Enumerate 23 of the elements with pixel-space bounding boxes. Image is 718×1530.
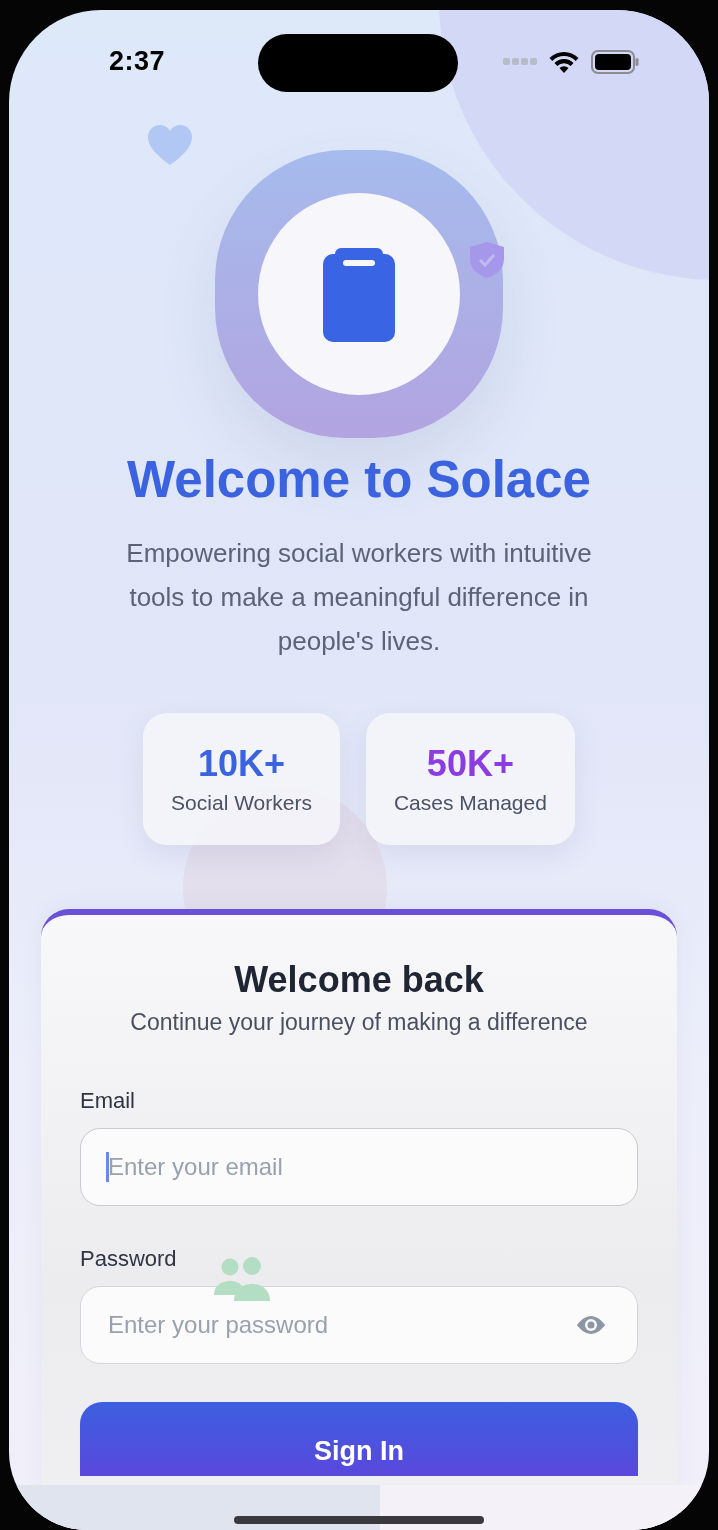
app-title: Welcome to Solace	[127, 450, 591, 509]
app-tagline: Empowering social workers with intuitive tools to make a meaningful difference in people's lives.	[125, 537, 593, 658]
signal-icon	[503, 58, 537, 66]
password-field[interactable]: Enter your password	[80, 1286, 638, 1364]
clipboard-icon	[323, 246, 395, 342]
card-subtitle: Continue your journey of making a difference	[129, 1009, 589, 1036]
sign-in-button[interactable]: Sign In	[80, 1402, 638, 1476]
stat-value: 50K+	[426, 743, 514, 785]
battery-icon	[591, 50, 639, 74]
stat-label: Cases Managed	[393, 791, 547, 815]
heart-icon	[148, 125, 192, 165]
text-cursor	[106, 1152, 109, 1182]
field-label: Password	[80, 1246, 178, 1272]
stat-label: Social Workers	[171, 791, 312, 815]
status-time: 2:37	[109, 46, 166, 77]
eye-icon	[574, 1313, 608, 1337]
show-password-button[interactable]	[574, 1313, 608, 1337]
card-title: Welcome back	[233, 959, 485, 1001]
email-field[interactable]: Enter your email	[80, 1128, 638, 1206]
wifi-icon	[549, 51, 579, 73]
stat-value: 10K+	[198, 743, 286, 785]
shield-check-icon	[470, 242, 504, 278]
field-label: Email	[80, 1088, 136, 1114]
